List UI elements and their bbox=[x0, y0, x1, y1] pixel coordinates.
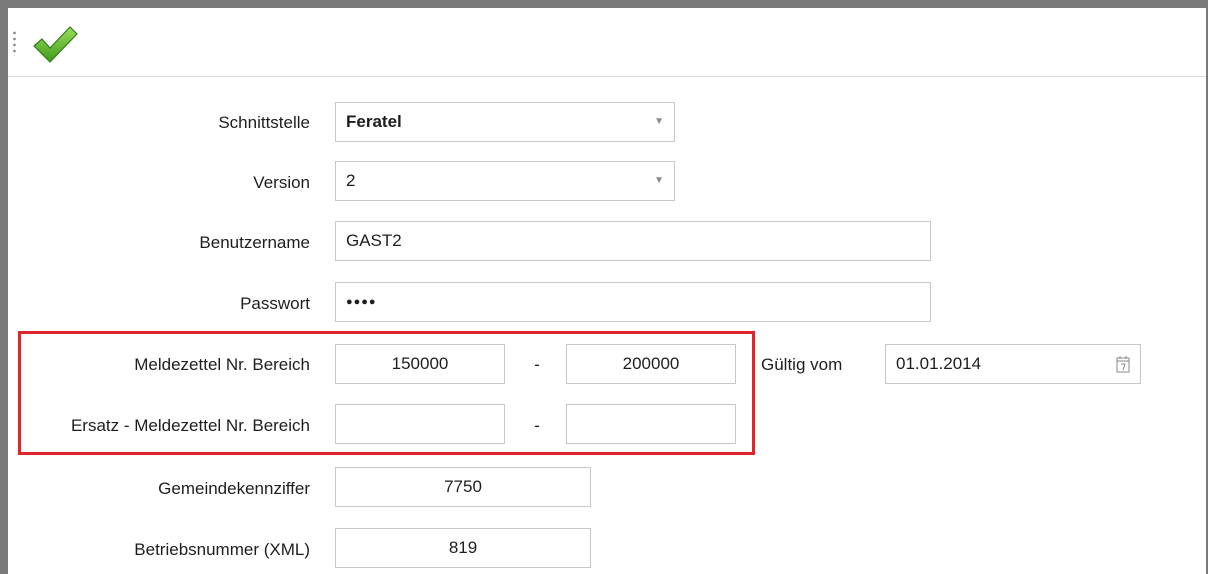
meldezettel-separator: - bbox=[534, 355, 540, 374]
meldezettel-to-input[interactable]: 200000 bbox=[566, 344, 736, 384]
benutzername-input[interactable]: GAST2 bbox=[335, 221, 931, 261]
confirm-button[interactable] bbox=[30, 22, 80, 66]
meldezettel-from-input[interactable]: 150000 bbox=[335, 344, 505, 384]
gueltig-vom-datepicker[interactable]: 01.01.2014 bbox=[885, 344, 1141, 384]
ersatz-separator: - bbox=[534, 416, 540, 435]
passwort-label: Passwort bbox=[240, 294, 310, 313]
version-value: 2 bbox=[346, 171, 356, 190]
chevron-down-icon: ▼ bbox=[654, 116, 664, 127]
ersatz-from-input[interactable] bbox=[335, 404, 505, 444]
toolbar bbox=[8, 8, 1206, 77]
toolbar-grip-handle[interactable] bbox=[13, 30, 16, 56]
version-label: Version bbox=[253, 173, 310, 192]
ersatz-label: Ersatz - Meldezettel Nr. Bereich bbox=[70, 416, 310, 435]
gueltig-vom-value: 01.01.2014 bbox=[896, 354, 982, 373]
gemeindekennziffer-input[interactable]: 7750 bbox=[335, 467, 591, 507]
window-frame-top bbox=[0, 0, 1208, 8]
chevron-down-icon: ▼ bbox=[654, 175, 664, 186]
benutzername-label: Benutzername bbox=[199, 233, 310, 252]
ersatz-to-input[interactable] bbox=[566, 404, 736, 444]
betriebsnummer-label: Betriebsnummer (XML) bbox=[134, 540, 310, 559]
schnittstelle-label: Schnittstelle bbox=[218, 113, 310, 132]
meldezettel-label: Meldezettel Nr. Bereich bbox=[134, 355, 310, 374]
schnittstelle-value: Feratel bbox=[346, 112, 402, 131]
checkmark-icon bbox=[33, 26, 78, 63]
gemeindekennziffer-label: Gemeindekennziffer bbox=[158, 479, 310, 498]
window-frame-left bbox=[0, 0, 8, 574]
gueltig-vom-label: Gültig vom bbox=[761, 355, 843, 374]
calendar-icon[interactable] bbox=[1116, 355, 1130, 373]
version-select[interactable]: 2 ▼ bbox=[335, 161, 675, 201]
passwort-input[interactable]: ●●●● bbox=[335, 282, 931, 322]
betriebsnummer-input[interactable]: 819 bbox=[335, 528, 591, 568]
schnittstelle-select[interactable]: Feratel ▼ bbox=[335, 102, 675, 142]
